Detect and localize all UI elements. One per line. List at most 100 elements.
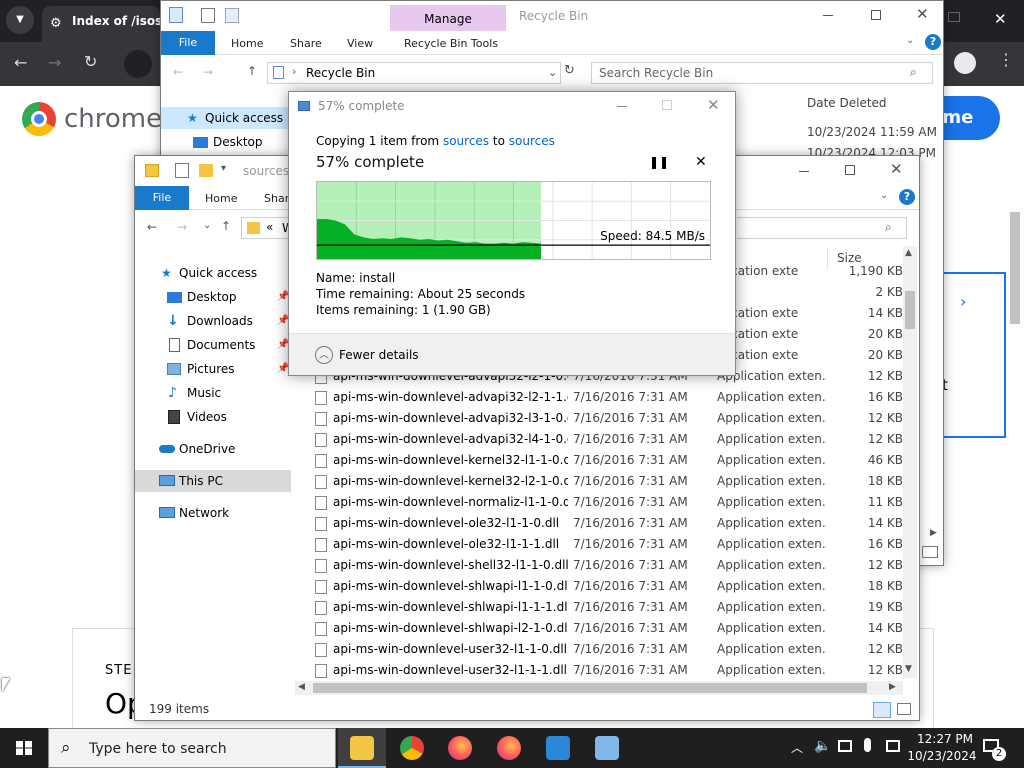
sidebar-item-music[interactable]: ♪ Music (135, 382, 291, 404)
ribbon-expand-icon[interactable]: ⌄ (906, 35, 914, 46)
cancel-copy-button[interactable]: ✕ (695, 154, 707, 170)
refresh-icon[interactable]: ↻ (564, 63, 575, 78)
browser-tab[interactable]: ⚙ Index of /isos/w (42, 6, 160, 42)
address-dropdown-icon[interactable]: ⌄ (548, 66, 557, 79)
up-icon[interactable]: ↑ (247, 64, 257, 78)
table-row[interactable]: api-ms-win-downlevel-advapi32-l2-1-1.dll… (315, 387, 903, 408)
address-bar[interactable]: › Recycle Bin ⌄ (267, 62, 561, 84)
forward-icon[interactable]: → (177, 220, 187, 234)
properties-icon[interactable] (175, 163, 189, 178)
pause-button[interactable]: ❚❚ (649, 155, 669, 169)
tab-view[interactable]: View (347, 37, 373, 50)
volume-icon[interactable]: 🔈 (814, 738, 831, 754)
table-row[interactable]: api-ms-win-downlevel-normaliz-l1-1-0.dll… (315, 492, 903, 513)
back-icon[interactable]: ← (14, 53, 27, 72)
recent-locations-icon[interactable]: ⌄ (203, 220, 211, 231)
table-row[interactable]: api-ms-win-downlevel-shlwapi-l2-1-0.dll 7… (315, 618, 903, 639)
firefox-icon[interactable] (448, 736, 472, 760)
sidebar-item-this-pc[interactable]: This PC (135, 470, 291, 492)
tab-file[interactable]: File (135, 186, 189, 210)
sidebar-item-onedrive[interactable]: OneDrive (135, 438, 291, 460)
firefox-icon[interactable] (497, 736, 521, 760)
minimize-icon[interactable] (617, 106, 627, 107)
table-row[interactable]: api-ms-win-downlevel-ole32-l1-1-0.dll 7/1… (315, 513, 903, 534)
table-row[interactable]: api-ms-win-downlevel-user32-l1-1-1.dll 7/… (315, 660, 903, 679)
sidebar-item-documents[interactable]: Documents 📌 (135, 334, 291, 356)
quick-access-dropdown-icon[interactable]: ▾ (221, 163, 226, 174)
back-icon[interactable]: ← (147, 220, 157, 234)
taskbar-date[interactable]: 10/23/2024 (906, 749, 978, 763)
tab-home[interactable]: Home (205, 192, 237, 205)
address-bar[interactable]: « W (241, 217, 294, 239)
chrome-icon[interactable] (400, 736, 424, 760)
store-icon[interactable] (546, 736, 570, 760)
recycle-scroll-right-icon[interactable]: ▶ (930, 528, 937, 538)
sidebar-item-quick-access[interactable]: ★ Quick access (135, 262, 291, 284)
start-button[interactable] (0, 728, 48, 768)
forward-icon[interactable]: → (48, 53, 61, 72)
table-row[interactable]: api-ms-win-downlevel-ole32-l1-1-1.dll 7/1… (315, 534, 903, 555)
tab-search-button[interactable]: ▼ (6, 6, 34, 34)
address-overflow[interactable]: « (266, 220, 273, 234)
sidebar-item-desktop[interactable]: Desktop 📌 (135, 286, 291, 308)
h-scrollbar-thumb[interactable] (313, 683, 867, 693)
close-icon[interactable]: ✕ (916, 5, 929, 23)
chevron-right-icon[interactable]: › (960, 292, 966, 311)
scroll-right-icon[interactable]: ▶ (889, 682, 896, 692)
table-row[interactable]: api-ms-win-downlevel-advapi32-l3-1-0.dll… (315, 408, 903, 429)
table-row[interactable]: api-ms-win-downlevel-shell32-l1-1-0.dll 7… (315, 555, 903, 576)
table-row[interactable]: api-ms-win-downlevel-user32-l1-1-0.dll 7/… (315, 639, 903, 660)
table-row[interactable]: api-ms-win-downlevel-shlwapi-l1-1-0.dll 7… (315, 576, 903, 597)
window-restore-icon[interactable] (948, 12, 960, 22)
profile-avatar-icon[interactable] (954, 52, 976, 74)
maximize-icon[interactable] (845, 165, 855, 175)
taskbar-file-explorer-active[interactable] (338, 728, 386, 768)
scroll-down-icon[interactable]: ▼ (905, 664, 912, 674)
site-info-icon[interactable] (124, 50, 152, 78)
help-icon[interactable]: ? (899, 189, 915, 205)
scroll-up-icon[interactable]: ▲ (905, 248, 912, 258)
tab-home[interactable]: Home (231, 37, 263, 50)
properties-icon[interactable] (201, 8, 215, 23)
search-recycle-bin-input[interactable]: Search Recycle Bin ⌕ (591, 62, 933, 84)
help-icon[interactable]: ? (925, 34, 941, 50)
sidebar-item-pictures[interactable]: Pictures 📌 (135, 358, 291, 380)
column-date-deleted[interactable]: Date Deleted (807, 96, 887, 110)
browser-close-button[interactable]: ✕ (994, 10, 1007, 28)
show-hidden-icons[interactable]: ︿ (791, 739, 803, 756)
page-scrollbar[interactable] (1010, 212, 1020, 324)
sidebar-item-quick-access[interactable]: ★ Quick access (161, 107, 289, 129)
notification-center-button[interactable]: 2 (980, 736, 1008, 762)
minimize-icon[interactable] (799, 171, 809, 172)
taskbar-time[interactable]: 12:27 PM (912, 732, 978, 746)
large-icons-view-icon[interactable] (897, 703, 911, 715)
recycle-details-view-icon[interactable] (922, 546, 938, 558)
sidebar-item-downloads[interactable]: ↓ Downloads 📌 (135, 310, 291, 332)
table-row[interactable]: api-ms-win-downlevel-shlwapi-l1-1-1.dll 7… (315, 597, 903, 618)
browser-menu-icon[interactable]: ⋮ (998, 50, 1014, 69)
details-view-icon[interactable] (873, 702, 891, 718)
keyboard-icon[interactable] (886, 740, 900, 752)
search-input[interactable]: ⌕ (737, 217, 907, 239)
tab-share[interactable]: Share (290, 37, 322, 50)
up-icon[interactable]: ↑ (221, 219, 231, 233)
table-row[interactable]: api-ms-win-downlevel-advapi32-l4-1-0.dll… (315, 429, 903, 450)
back-icon[interactable]: ← (173, 65, 183, 79)
maximize-icon[interactable] (871, 10, 881, 20)
destination-link[interactable]: sources (509, 134, 555, 148)
reload-icon[interactable]: ↻ (84, 52, 97, 71)
close-icon[interactable]: ✕ (890, 160, 903, 178)
microphone-icon[interactable] (864, 738, 871, 752)
close-icon[interactable]: ✕ (707, 96, 720, 114)
control-panel-icon[interactable] (595, 736, 619, 760)
table-row[interactable]: api-ms-win-downlevel-kernel32-l1-1-0.dll… (315, 450, 903, 471)
tab-recycle-bin-tools[interactable]: Recycle Bin Tools (404, 37, 498, 50)
network-status-icon[interactable] (838, 740, 852, 752)
sidebar-item-network[interactable]: Network (135, 502, 291, 524)
vertical-scrollbar[interactable]: ▲ ▼ (903, 246, 917, 678)
new-folder-icon[interactable] (225, 8, 239, 23)
new-folder-icon[interactable] (199, 164, 213, 177)
sidebar-item-videos[interactable]: Videos (135, 406, 291, 428)
ribbon-expand-icon[interactable]: ⌄ (880, 190, 888, 201)
source-link[interactable]: sources (443, 134, 489, 148)
